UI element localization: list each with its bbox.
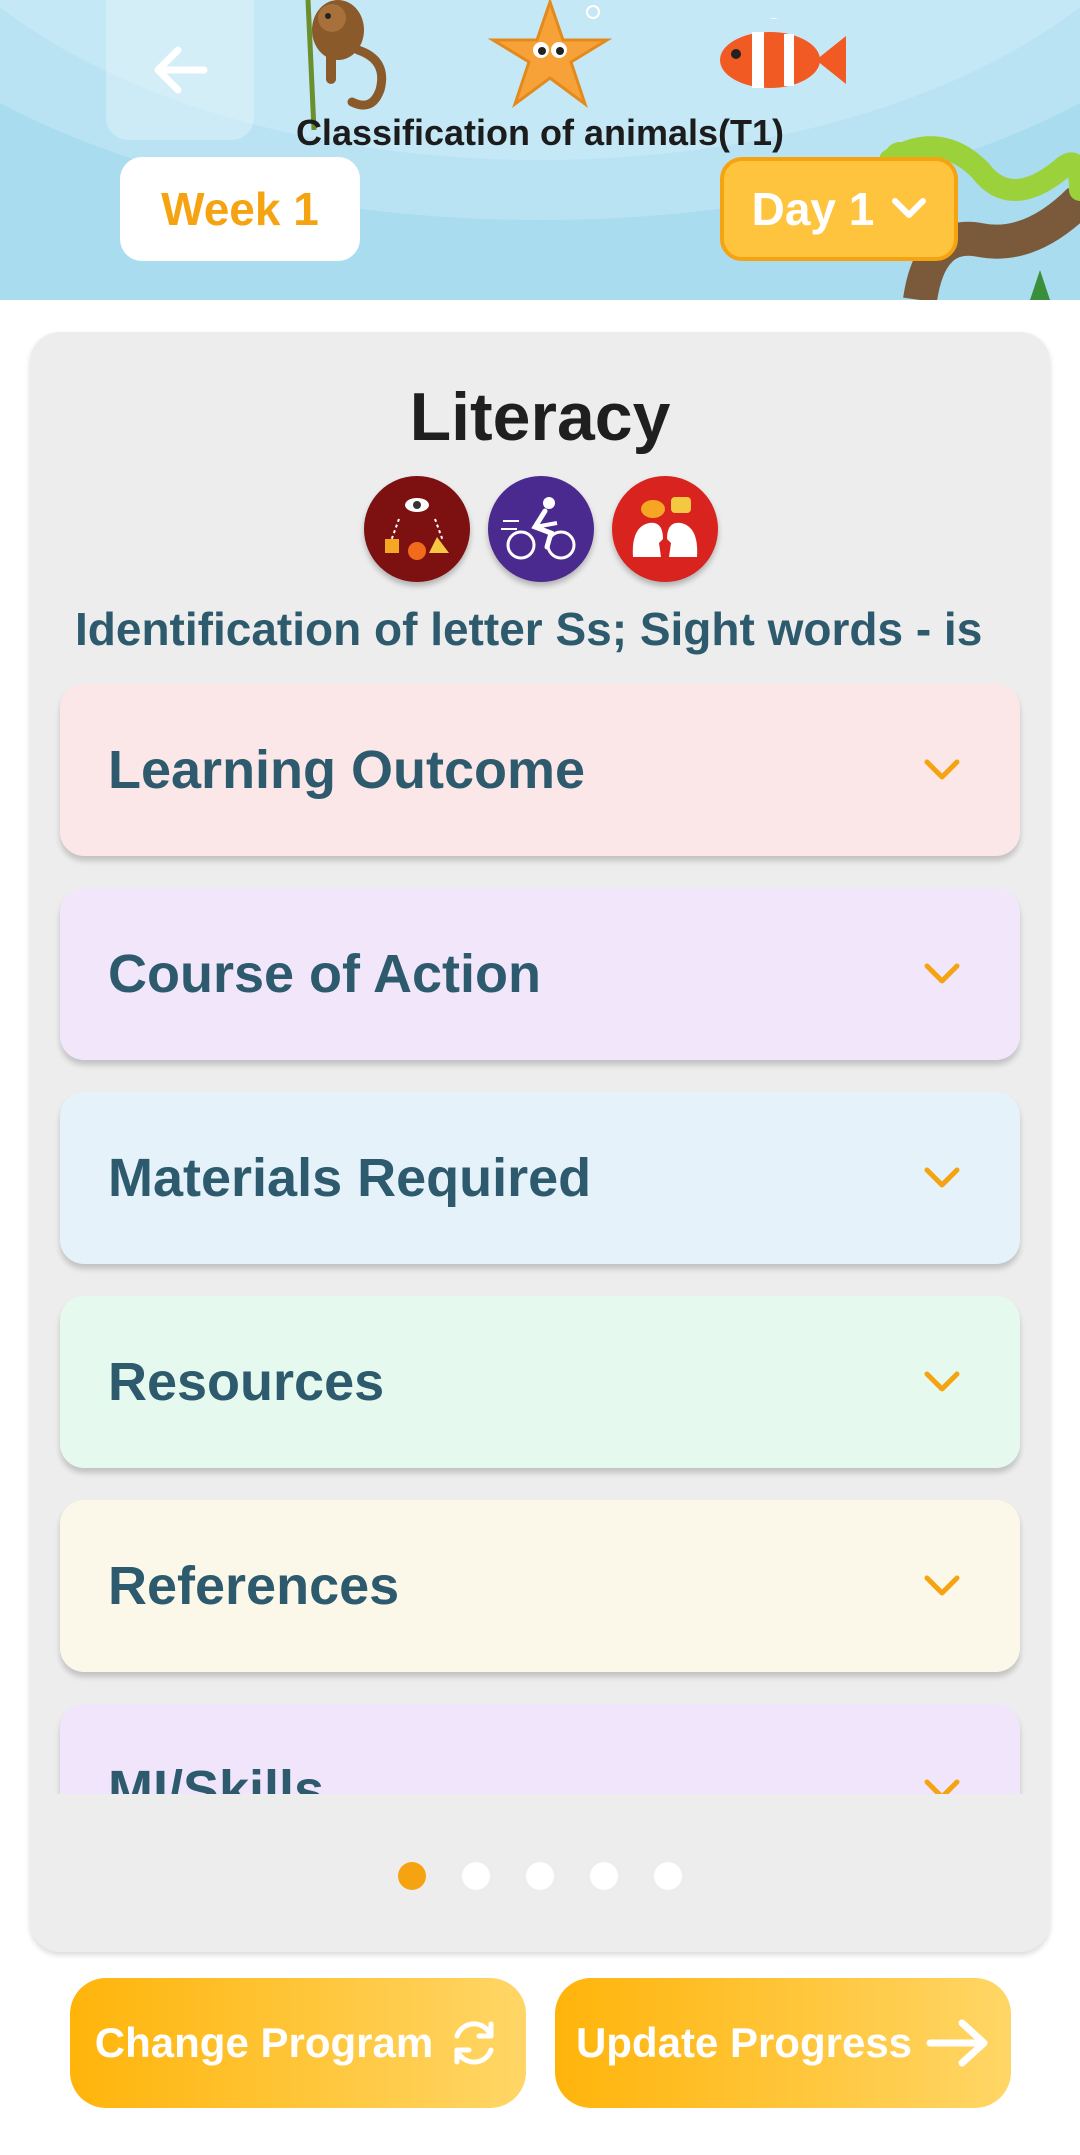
section-materials-required[interactable]: Materials Required [60, 1092, 1020, 1264]
section-label: Course of Action [108, 944, 542, 1004]
day-label: Day 1 [751, 183, 875, 235]
week-selector-button[interactable]: Week 1 [120, 157, 360, 261]
lesson-topic: Identification of letter Ss; Sight words… [75, 603, 983, 655]
arrow-left-icon [154, 46, 208, 94]
section-label: References [108, 1556, 400, 1616]
page-indicator [30, 1862, 1050, 1892]
chevron-down-icon [924, 963, 960, 984]
section-label: Resources [108, 1352, 385, 1412]
bodily-kinesthetic-icon [488, 476, 594, 582]
page-dot[interactable] [398, 1862, 426, 1890]
section-mi-skills[interactable]: MI/Skills [60, 1704, 1020, 1794]
header-banner: Classification of animals(T1) Week 1 Day… [0, 0, 1080, 300]
section-learning-outcome[interactable]: Learning Outcome [60, 684, 1020, 856]
subject-title: Literacy [409, 379, 671, 455]
section-label: Materials Required [108, 1148, 592, 1208]
page-title: Classification of animals(T1) [295, 112, 785, 153]
chevron-down-icon [892, 198, 927, 218]
section-label: MI/Skills [108, 1760, 325, 1794]
chevron-down-icon [924, 759, 960, 780]
monkey-illustration [305, 0, 387, 130]
page-dot[interactable] [590, 1862, 618, 1890]
section-label: Learning Outcome [108, 740, 586, 800]
chevron-down-icon [924, 1167, 960, 1188]
change-program-button[interactable]: Change Program [70, 1978, 526, 2108]
arrow-right-icon [926, 2019, 988, 2067]
update-progress-label: Update Progress [575, 2019, 913, 2066]
page-dot[interactable] [462, 1862, 490, 1890]
clownfish-illustration [720, 18, 846, 88]
sections-list: Learning Outcome Course of Action Materi… [30, 684, 1050, 1794]
chevron-down-icon [924, 1575, 960, 1596]
day-dropdown[interactable]: Day 1 [720, 157, 958, 261]
starfish-illustration [487, 0, 613, 109]
chevron-down-icon [924, 1371, 960, 1392]
change-program-label: Change Program [94, 2019, 434, 2066]
visual-spatial-icon [364, 476, 470, 582]
page-dot[interactable] [526, 1862, 554, 1890]
lesson-card: Literacy Identification of letter Ss; Si… [30, 332, 1050, 1952]
section-references[interactable]: References [60, 1500, 1020, 1672]
chevron-down-icon [924, 1779, 960, 1794]
page-dot[interactable] [654, 1862, 682, 1890]
skill-icons-row [364, 476, 720, 582]
refresh-icon [454, 2021, 494, 2065]
update-progress-button[interactable]: Update Progress [555, 1978, 1011, 2108]
section-course-of-action[interactable]: Course of Action [60, 888, 1020, 1060]
interpersonal-icon [612, 476, 718, 582]
section-resources[interactable]: Resources [60, 1296, 1020, 1468]
